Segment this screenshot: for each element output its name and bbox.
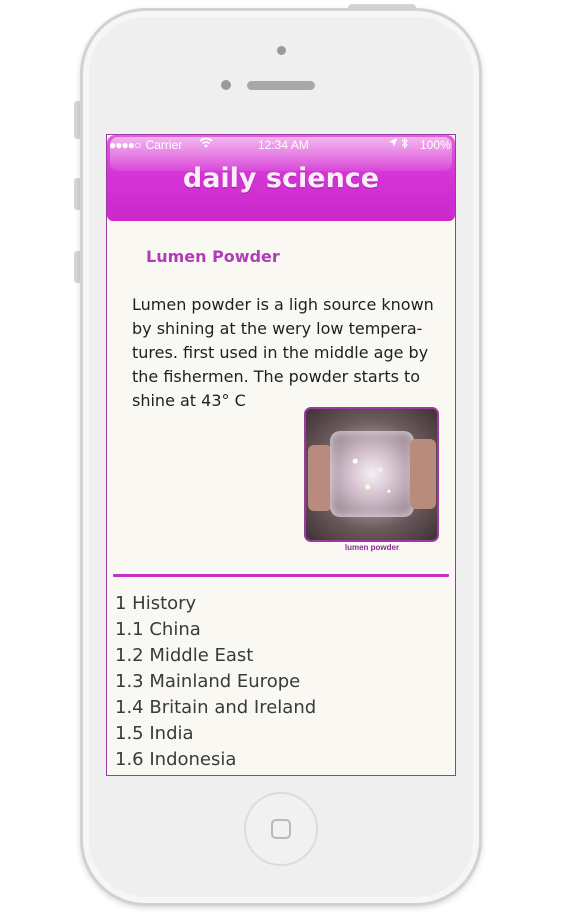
phone-screen: ●●●●○ Carrier 12:34 AM 100% daily scienc…: [106, 134, 456, 776]
image-caption: lumen powder: [344, 543, 400, 552]
location-arrow-icon: [388, 137, 398, 151]
wifi-icon: [199, 137, 213, 151]
lumen-powder-image[interactable]: [304, 407, 439, 542]
carrier-info: ●●●●○ Carrier: [109, 138, 182, 152]
home-square-icon: [271, 819, 291, 839]
toc-item[interactable]: 1.2 Middle East: [115, 643, 316, 669]
front-camera: [277, 46, 286, 55]
left-hand-shape: [308, 445, 332, 511]
article-body: Lumen powder is a ligh source known by s…: [132, 295, 434, 410]
battery-level: 100%: [420, 138, 451, 152]
glowing-jar-shape: [330, 431, 414, 517]
section-divider: [113, 574, 449, 577]
app-header: ●●●●○ Carrier 12:34 AM 100% daily scienc…: [107, 135, 455, 221]
article-title: Lumen Powder: [146, 247, 280, 266]
bluetooth-icon: [401, 137, 409, 152]
right-hand-shape: [410, 439, 436, 509]
earpiece-speaker: [247, 81, 315, 90]
home-button[interactable]: [244, 792, 318, 866]
status-time: 12:34 AM: [258, 138, 309, 152]
table-of-contents: 1 History 1.1 China 1.2 Middle East 1.3 …: [115, 591, 316, 773]
toc-item[interactable]: 1.4 Britain and Ireland: [115, 695, 316, 721]
proximity-sensor: [221, 80, 231, 90]
signal-strength-icon: ●●●●○: [109, 138, 141, 152]
toc-item[interactable]: 1.6 Indonesia: [115, 747, 316, 773]
toc-item[interactable]: 1.5 India: [115, 721, 316, 747]
toc-item[interactable]: 1.3 Mainland Europe: [115, 669, 316, 695]
app-title: daily science: [182, 163, 380, 194]
toc-item[interactable]: 1.1 China: [115, 617, 316, 643]
carrier-label: Carrier: [145, 138, 183, 152]
toc-item[interactable]: 1 History: [115, 591, 316, 617]
status-bar: ●●●●○ Carrier 12:34 AM 100%: [107, 137, 455, 155]
